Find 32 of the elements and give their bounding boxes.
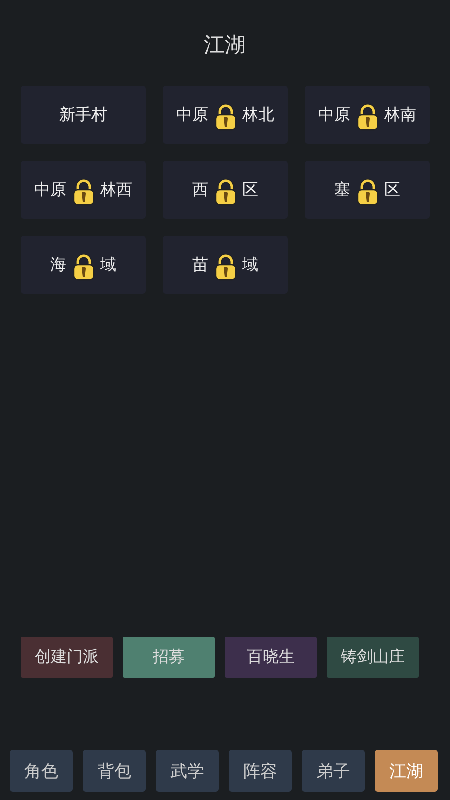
region-name: 中原 bbox=[318, 104, 350, 126]
region-tile[interactable]: 中原 林西 bbox=[21, 161, 146, 219]
region-name: 林北 bbox=[242, 104, 274, 126]
region-name: 区 bbox=[384, 180, 400, 200]
nav-tab[interactable]: 背包 bbox=[83, 750, 146, 792]
region-name: 域 bbox=[242, 254, 258, 276]
region-name: 林西 bbox=[100, 180, 132, 200]
region-tile[interactable]: 中原 林南 bbox=[305, 86, 430, 144]
region-name: 林南 bbox=[384, 104, 416, 126]
region-name: 中原 bbox=[176, 104, 208, 126]
region-name: 中原 bbox=[34, 180, 66, 200]
region-name: 域 bbox=[100, 254, 116, 276]
action-button[interactable]: 百晓生 bbox=[225, 637, 317, 678]
region-name: 西 bbox=[192, 180, 208, 200]
region-tile[interactable]: 塞 区 bbox=[305, 161, 430, 219]
region-tile[interactable]: 西 区 bbox=[163, 161, 288, 219]
region-name: 海 bbox=[50, 254, 66, 276]
region-name: 塞 bbox=[334, 180, 350, 200]
region-tile[interactable]: 中原 林北 bbox=[163, 86, 288, 144]
nav-tab[interactable]: 阵容 bbox=[229, 750, 292, 792]
region-name: 区 bbox=[242, 180, 258, 200]
region-tile[interactable]: 海 域 bbox=[21, 236, 146, 294]
nav-tab[interactable]: 弟子 bbox=[302, 750, 365, 792]
region-tile[interactable]: 新手村 bbox=[21, 86, 146, 144]
region-name: 苗 bbox=[192, 254, 208, 276]
region-tile[interactable]: 苗 域 bbox=[163, 236, 288, 294]
region-name: 新手村 bbox=[60, 104, 108, 126]
page-title: 江湖 bbox=[204, 32, 246, 59]
action-button[interactable]: 创建门派 bbox=[21, 637, 113, 678]
action-button[interactable]: 铸剑山庄 bbox=[327, 637, 419, 678]
nav-tab[interactable]: 角色 bbox=[10, 750, 73, 792]
nav-tab[interactable]: 武学 bbox=[156, 750, 219, 792]
